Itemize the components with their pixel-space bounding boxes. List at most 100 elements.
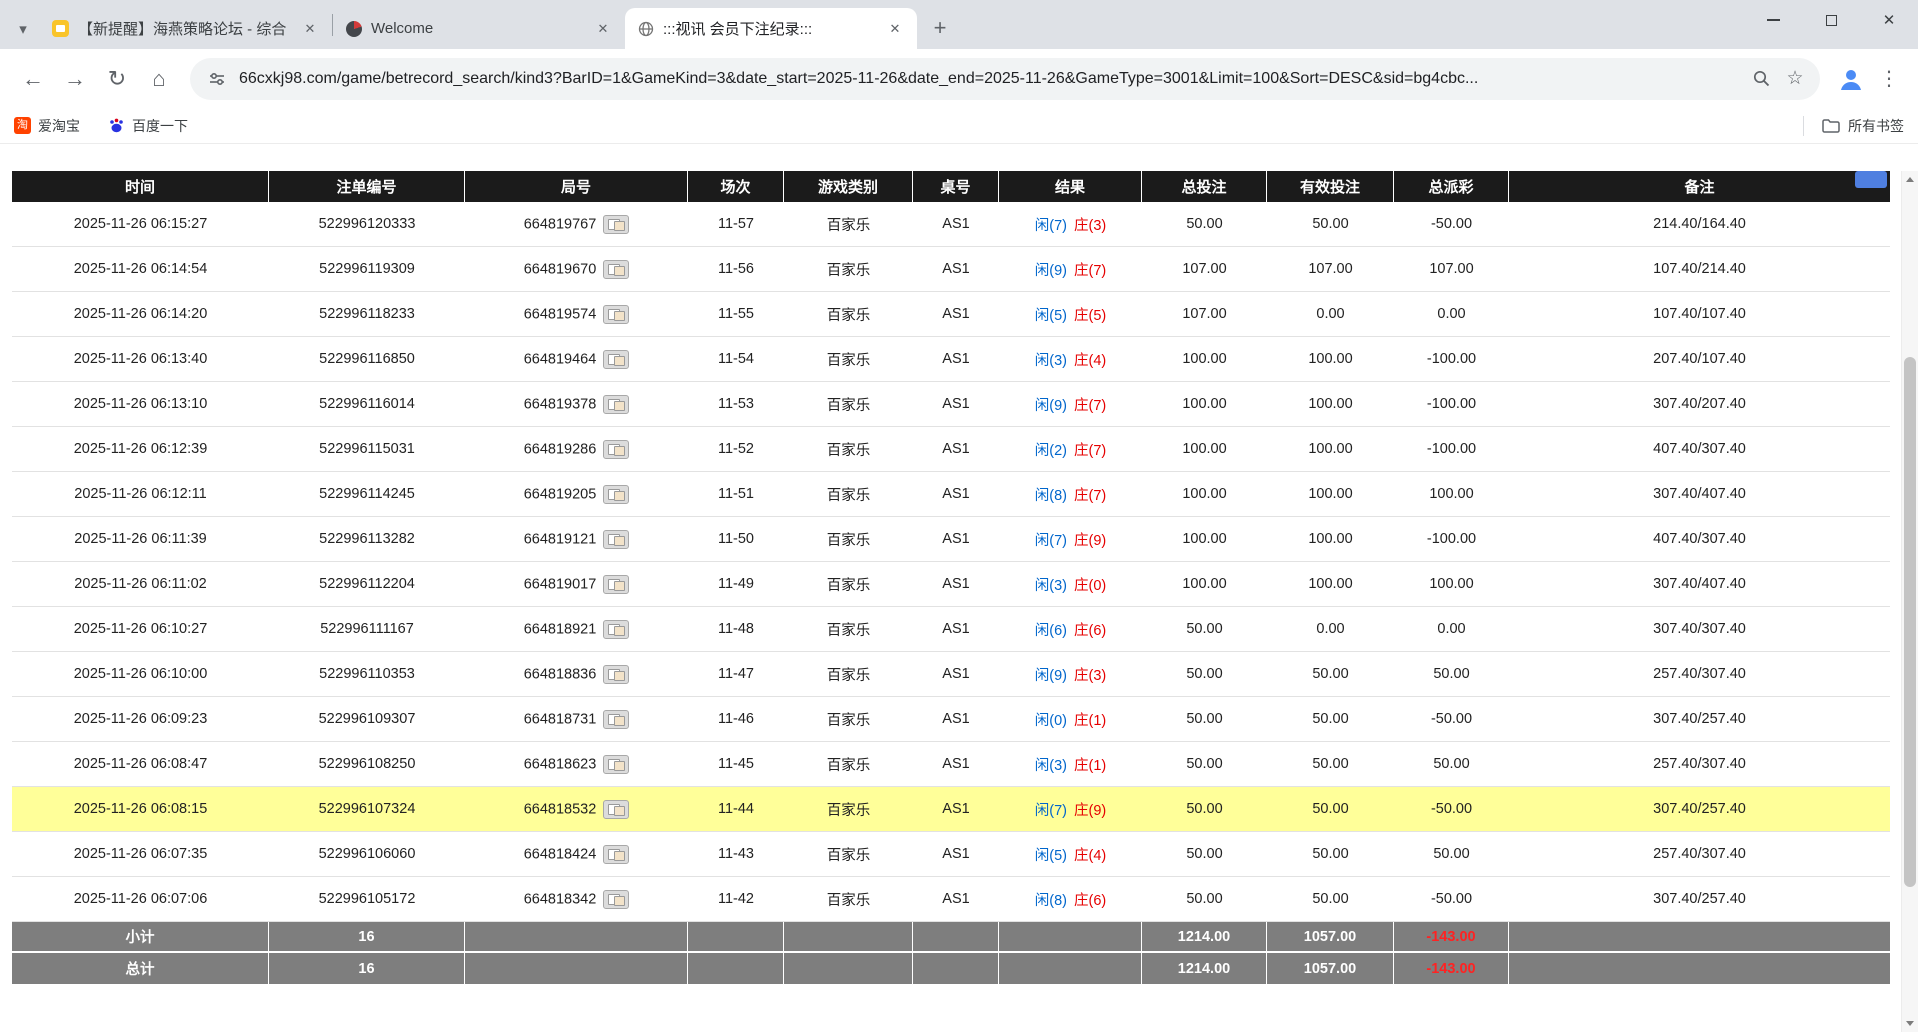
cell-total-bet-link[interactable]: 100.00	[1142, 472, 1267, 517]
tab-search-icon[interactable]: ▾	[6, 8, 40, 49]
game-result-cards-icon[interactable]	[603, 710, 629, 729]
bet-record-row: 2025-11-26 06:10:00522996110353664818836…	[12, 652, 1890, 697]
game-result-cards-icon[interactable]	[603, 395, 629, 414]
game-result-cards-icon[interactable]	[603, 755, 629, 774]
summary-cell	[688, 922, 784, 953]
partial-search-button[interactable]	[1855, 171, 1887, 188]
cell-bet-id: 522996120333	[269, 202, 465, 247]
cell-game-type: 百家乐	[784, 382, 913, 427]
bookmark-star-icon[interactable]: ☆	[1778, 62, 1812, 96]
game-result-cards-icon[interactable]	[603, 575, 629, 594]
tab-title: 【新提醒】海燕策略论坛 - 综合	[78, 18, 291, 39]
round-id-text: 664819205	[524, 486, 597, 502]
scroll-down-arrow[interactable]	[1902, 1015, 1918, 1032]
cell-total-bet-link[interactable]: 100.00	[1142, 517, 1267, 562]
new-tab-button[interactable]: +	[925, 13, 955, 43]
browser-menu-icon[interactable]: ⋮	[1872, 58, 1906, 100]
tab-forum[interactable]: 【新提醒】海燕策略论坛 - 综合 ✕	[40, 8, 332, 49]
game-result-cards-icon[interactable]	[603, 305, 629, 324]
reload-button[interactable]: ↻	[96, 58, 138, 100]
game-result-cards-icon[interactable]	[603, 845, 629, 864]
summary-cell: -143.00	[1394, 922, 1509, 953]
cell-total-bet-link[interactable]: 50.00	[1142, 742, 1267, 787]
cell-time: 2025-11-26 06:14:54	[12, 247, 269, 292]
game-result-cards-icon[interactable]	[603, 890, 629, 909]
cell-round-id: 664818623	[465, 742, 688, 787]
bet-records-table: 时间注单编号局号场次游戏类别桌号结果总投注有效投注总派彩备注 2025-11-2…	[12, 171, 1890, 984]
cell-valid-bet: 50.00	[1267, 202, 1394, 247]
cell-total-bet-link[interactable]: 50.00	[1142, 877, 1267, 922]
bookmark-baidu[interactable]: 百度一下	[108, 116, 188, 136]
cell-total-bet-link[interactable]: 50.00	[1142, 697, 1267, 742]
game-result-cards-icon[interactable]	[603, 260, 629, 279]
summary-cell	[784, 922, 913, 953]
cell-time: 2025-11-26 06:13:40	[12, 337, 269, 382]
game-result-cards-icon[interactable]	[603, 800, 629, 819]
game-result-cards-icon[interactable]	[603, 440, 629, 459]
cell-payout: 50.00	[1394, 742, 1509, 787]
cell-session: 11-57	[688, 202, 784, 247]
game-result-cards-icon[interactable]	[603, 350, 629, 369]
bet-record-row: 2025-11-26 06:10:27522996111167664818921…	[12, 607, 1890, 652]
tab-welcome[interactable]: Welcome ✕	[333, 8, 625, 49]
cell-valid-bet: 0.00	[1267, 292, 1394, 337]
cell-time: 2025-11-26 06:11:39	[12, 517, 269, 562]
column-header: 时间	[12, 171, 269, 202]
url-text[interactable]: 66cxkj98.com/game/betrecord_search/kind3…	[239, 70, 1744, 88]
cell-total-bet-link[interactable]: 107.00	[1142, 292, 1267, 337]
game-result-cards-icon[interactable]	[603, 665, 629, 684]
cell-valid-bet: 50.00	[1267, 652, 1394, 697]
bookmark-aitaobao[interactable]: 淘 爱淘宝	[14, 116, 80, 136]
cell-round-id: 664819205	[465, 472, 688, 517]
cell-table-no: AS1	[913, 832, 999, 877]
cell-total-bet-link[interactable]: 100.00	[1142, 337, 1267, 382]
cell-total-bet-link[interactable]: 100.00	[1142, 562, 1267, 607]
cell-total-bet-link[interactable]: 107.00	[1142, 247, 1267, 292]
bet-record-row: 2025-11-26 06:12:11522996114245664819205…	[12, 472, 1890, 517]
cell-note: 307.40/257.40	[1509, 877, 1890, 922]
game-result-cards-icon[interactable]	[603, 620, 629, 639]
maximize-button[interactable]	[1802, 0, 1860, 40]
cell-bet-id: 522996113282	[269, 517, 465, 562]
close-window-button[interactable]: ✕	[1860, 0, 1918, 40]
result-banker: 庄(5)	[1074, 308, 1106, 324]
cell-bet-id: 522996112204	[269, 562, 465, 607]
cell-total-bet-link[interactable]: 50.00	[1142, 652, 1267, 697]
cell-session: 11-52	[688, 427, 784, 472]
summary-cell: 16	[269, 922, 465, 953]
back-button[interactable]: ←	[12, 58, 54, 100]
result-player: 闲(3)	[1035, 758, 1067, 774]
all-bookmarks[interactable]: 所有书签	[1803, 116, 1904, 136]
cell-total-bet-link[interactable]: 100.00	[1142, 382, 1267, 427]
site-info-icon[interactable]	[206, 62, 228, 96]
tab-close-icon[interactable]: ✕	[300, 19, 320, 39]
cell-payout: 50.00	[1394, 652, 1509, 697]
game-result-cards-icon[interactable]	[603, 530, 629, 549]
cell-total-bet-link[interactable]: 50.00	[1142, 832, 1267, 877]
scrollbar-thumb[interactable]	[1904, 357, 1916, 887]
all-bookmarks-label: 所有书签	[1848, 116, 1904, 136]
cell-total-bet-link[interactable]: 50.00	[1142, 787, 1267, 832]
profile-avatar[interactable]	[1830, 58, 1872, 100]
round-id-text: 664819574	[524, 306, 597, 322]
game-result-cards-icon[interactable]	[603, 485, 629, 504]
result-banker: 庄(9)	[1074, 533, 1106, 549]
address-bar[interactable]: 66cxkj98.com/game/betrecord_search/kind3…	[190, 58, 1820, 100]
game-result-cards-icon[interactable]	[603, 215, 629, 234]
zoom-icon[interactable]	[1744, 62, 1778, 96]
cell-result: 闲(5)庄(5)	[999, 292, 1142, 337]
scroll-up-arrow[interactable]	[1902, 171, 1918, 188]
cell-time: 2025-11-26 06:14:20	[12, 292, 269, 337]
cell-total-bet-link[interactable]: 50.00	[1142, 607, 1267, 652]
cell-total-bet-link[interactable]: 100.00	[1142, 427, 1267, 472]
cell-time: 2025-11-26 06:11:02	[12, 562, 269, 607]
tab-close-icon[interactable]: ✕	[593, 19, 613, 39]
cell-round-id: 664819017	[465, 562, 688, 607]
home-button[interactable]: ⌂	[138, 58, 180, 100]
tab-close-icon[interactable]: ✕	[885, 19, 905, 39]
forward-button[interactable]: →	[54, 58, 96, 100]
minimize-button[interactable]	[1744, 0, 1802, 40]
window-controls: ✕	[1744, 0, 1918, 40]
tab-bet-records[interactable]: :::视讯 会员下注纪录::: ✕	[625, 8, 917, 49]
cell-total-bet-link[interactable]: 50.00	[1142, 202, 1267, 247]
